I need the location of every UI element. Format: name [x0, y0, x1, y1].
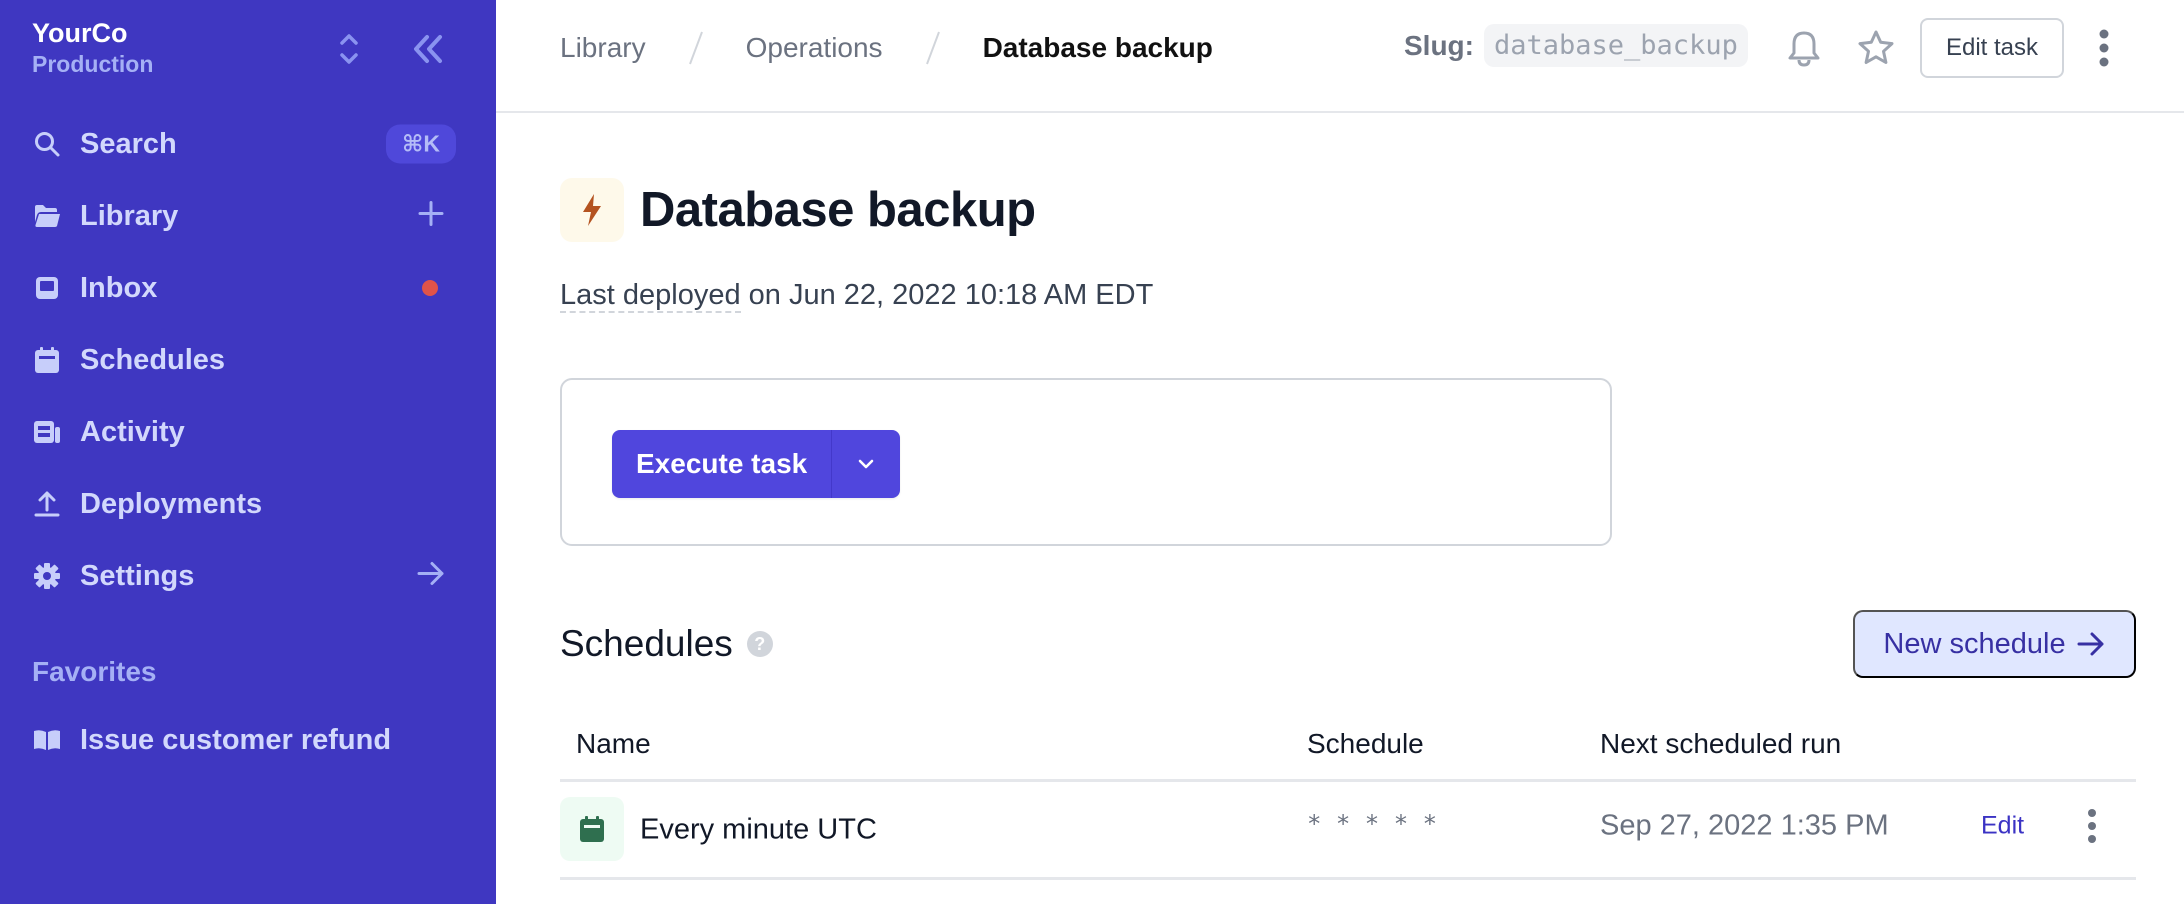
sidebar-item-activity[interactable]: Activity [32, 404, 462, 460]
favorite-item-label: Issue customer refund [80, 723, 392, 756]
arrow-right-icon [2077, 632, 2104, 656]
schedule-cron: * * * * * [1307, 809, 1438, 838]
top-bar: Library Operations Database backup Slug:… [496, 0, 2184, 113]
slug-label: Slug: [1404, 29, 1474, 61]
search-icon [32, 129, 62, 159]
breadcrumb-library[interactable]: Library [560, 32, 646, 64]
sidebar-item-label: Inbox [80, 271, 158, 304]
sidebar-item-search[interactable]: Search ⌘K [32, 116, 462, 172]
more-options-icon[interactable] [2092, 26, 2116, 70]
unread-indicator [422, 280, 438, 296]
schedules-header: Schedules ? [560, 620, 773, 668]
sidebar-item-schedules[interactable]: Schedules [32, 332, 462, 388]
breadcrumb-current: Database backup [982, 32, 1213, 63]
column-header-schedule: Schedule [1307, 728, 1424, 759]
gear-icon [32, 561, 62, 591]
sidebar-item-settings[interactable]: Settings [32, 548, 462, 604]
sidebar-item-label: Settings [80, 559, 195, 592]
next-scheduled-run: Sep 27, 2022 1:35 PM [1600, 809, 1889, 841]
star-icon[interactable] [1856, 28, 1896, 68]
activity-icon [32, 417, 62, 447]
lightning-icon [560, 178, 624, 242]
sidebar: YourCo Production Search ⌘K Library Inbo… [0, 0, 496, 904]
arrow-right-icon [416, 561, 446, 592]
sidebar-item-label: Search [80, 127, 177, 160]
sidebar-item-inbox[interactable]: Inbox [32, 260, 462, 316]
breadcrumb-separator [688, 31, 703, 65]
sidebar-item-label: Schedules [80, 343, 226, 376]
execute-button-group: Execute task [612, 430, 901, 498]
slug: Slug: database_backup [1404, 24, 1748, 67]
column-header-next-run: Next scheduled run [1600, 728, 1842, 759]
sidebar-item-label: Activity [80, 415, 185, 448]
schedules-table: Name Schedule Next scheduled run Every m… [560, 710, 2136, 880]
breadcrumb: Library Operations Database backup [560, 28, 1213, 68]
help-icon[interactable]: ? [746, 631, 773, 657]
sidebar-item-label: Library [80, 199, 179, 232]
sidebar-item-deployments[interactable]: Deployments [32, 476, 462, 532]
chevron-up-down-icon[interactable] [334, 30, 364, 68]
last-deployed-date: on Jun 22, 2022 10:18 AM EDT [740, 279, 1154, 311]
bell-icon[interactable] [1784, 28, 1824, 68]
favorites-heading: Favorites [32, 656, 157, 687]
schedule-name: Every minute UTC [640, 813, 877, 845]
org-environment: Production [32, 51, 154, 77]
edit-schedule-link[interactable]: Edit [1981, 811, 2024, 840]
search-shortcut-badge: ⌘K [386, 124, 456, 164]
org-switcher[interactable]: YourCo Production [32, 16, 153, 78]
add-library-item-button[interactable] [418, 201, 444, 232]
folder-icon [32, 201, 62, 231]
chevron-down-icon [858, 459, 874, 469]
favorite-item[interactable]: Issue customer refund [32, 712, 462, 768]
org-name: YourCo [32, 18, 128, 48]
inbox-icon [32, 273, 62, 303]
row-more-options-icon[interactable] [2084, 806, 2100, 846]
execute-card: Execute task [560, 378, 1612, 546]
sidebar-item-library[interactable]: Library [32, 188, 462, 244]
execute-options-dropdown[interactable] [832, 430, 900, 498]
book-icon [32, 725, 62, 755]
page-title: Database backup [640, 183, 1036, 237]
collapse-sidebar-icon[interactable] [410, 30, 446, 68]
slug-value[interactable]: database_backup [1484, 24, 1748, 67]
table-header: Name Schedule Next scheduled run [560, 710, 2136, 782]
breadcrumb-separator [925, 31, 940, 65]
calendar-icon [560, 797, 624, 861]
new-schedule-label: New schedule [1883, 627, 2066, 660]
schedules-heading: Schedules [560, 623, 733, 664]
column-header-name: Name [576, 728, 651, 759]
breadcrumb-operations[interactable]: Operations [746, 32, 883, 64]
execute-task-button[interactable]: Execute task [612, 430, 833, 498]
last-deployed-tooltip-trigger[interactable]: Last deployed [560, 279, 741, 313]
upload-icon [32, 489, 62, 519]
edit-task-button[interactable]: Edit task [1920, 18, 2064, 78]
new-schedule-button[interactable]: New schedule [1853, 610, 2136, 678]
table-row[interactable]: Every minute UTC * * * * * Sep 27, 2022 … [560, 782, 2136, 880]
last-deployed: Last deployed on Jun 22, 2022 10:18 AM E… [560, 276, 1153, 314]
calendar-icon [32, 345, 62, 375]
sidebar-item-label: Deployments [80, 487, 263, 520]
